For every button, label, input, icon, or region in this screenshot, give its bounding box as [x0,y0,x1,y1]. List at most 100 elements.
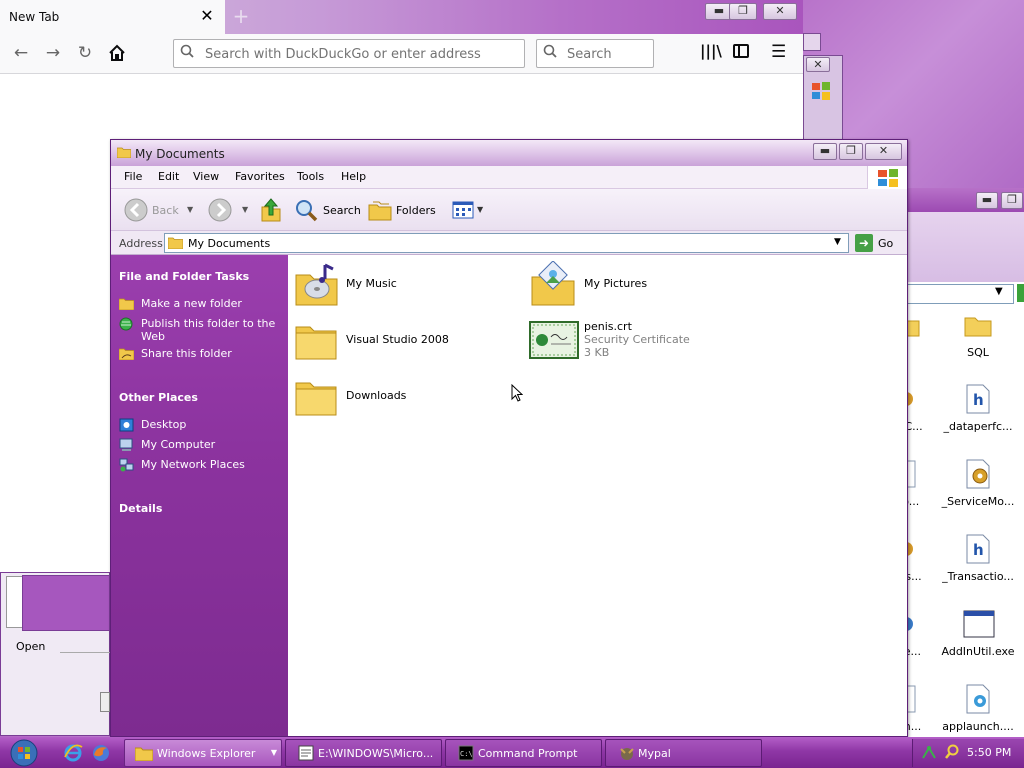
share-folder-icon [118,347,135,361]
place-desktop[interactable]: Desktop [141,418,281,431]
file-item[interactable]: h _dataperfc... [938,384,1018,433]
folder-item-my-pictures[interactable]: My Pictures [531,259,751,311]
start-button-icon[interactable] [4,738,48,768]
go-icon[interactable] [1017,284,1024,302]
menu-file[interactable]: File [124,170,142,183]
chevron-down-icon[interactable]: ▼ [995,286,1003,297]
h-file-icon: h [963,534,993,566]
sidebar-icon[interactable] [733,44,749,58]
search-icon[interactable] [944,744,960,763]
folder-icon [295,319,337,364]
place-my-network-places[interactable]: My Network Places [141,458,281,471]
network-icon[interactable] [921,744,937,763]
folder-item-my-music[interactable]: My Music [295,259,495,311]
folders-label[interactable]: Folders [396,204,436,217]
exe-file-icon [963,684,993,716]
menu-view[interactable]: View [193,170,219,183]
place-my-computer[interactable]: My Computer [141,438,281,451]
maximize-icon[interactable]: ❐ [1001,192,1023,209]
item-size: 3 KB [584,346,610,359]
home-icon[interactable] [104,40,130,66]
taskbar-windows-file[interactable]: E:\WINDOWS\Micro... [285,739,442,767]
menu-tools[interactable]: Tools [297,170,324,183]
menu-edit[interactable]: Edit [158,170,179,183]
menu-help[interactable]: Help [341,170,366,183]
background-dialog-button[interactable] [100,692,110,712]
item-name: My Music [346,277,397,290]
taskbar-mypal[interactable]: Mypal [605,739,762,767]
close-button[interactable]: ✕ [865,143,902,160]
folders-icon[interactable] [368,199,392,224]
search-magnifier-icon[interactable] [294,198,318,225]
address-value: My Documents [188,237,271,250]
background-dialog-panel [22,575,110,631]
reload-icon[interactable]: ↻ [72,40,98,66]
tab-title: New Tab [9,10,60,24]
details-heading[interactable]: Details [119,502,162,515]
svg-text:C:\: C:\ [460,750,473,758]
forward-icon[interactable]: → [40,40,66,66]
task-share-folder[interactable]: Share this folder [141,347,281,360]
ie-icon[interactable] [63,743,83,766]
window-title: My Documents [135,147,225,161]
mouse-cursor-icon [511,383,524,405]
back-icon[interactable]: ← [8,40,34,66]
taskbar-command-prompt[interactable]: C:\ Command Prompt [445,739,602,767]
chevron-down-icon[interactable]: ▼ [242,205,248,214]
file-item[interactable]: SQL [938,310,1018,359]
other-places-heading[interactable]: Other Places [119,391,198,404]
task-make-new-folder[interactable]: Make a new folder [141,297,281,310]
exe-window-icon [963,609,995,641]
close-icon[interactable]: ✕ [806,57,830,72]
svg-text:h: h [973,541,984,559]
tab-close-icon[interactable]: ✕ [198,6,216,26]
explorer-titlebar[interactable] [111,140,907,166]
file-folder-tasks-heading[interactable]: File and Folder Tasks [119,270,249,283]
firefox-close-button[interactable]: ✕ [763,3,797,20]
open-label[interactable]: Open [16,640,45,653]
search-label[interactable]: Search [323,204,361,217]
file-item[interactable]: applaunch.... [938,684,1018,733]
folder-group-icon [134,745,154,764]
hamburger-menu-icon[interactable]: ☰ [771,42,786,62]
firefox-maximize-button[interactable]: ❐ [729,3,757,20]
back-label[interactable]: Back [152,204,179,217]
forward-arrow-icon[interactable] [208,198,232,225]
task-publish-to-web[interactable]: Publish this folder to the Web [141,317,281,343]
file-label: _Transactio... [942,570,1014,583]
windows-flag-icon [810,80,834,104]
taskbar-windows-explorer[interactable]: Windows Explorer ▼ [124,739,282,767]
go-arrow-icon[interactable]: ➜ [855,234,873,252]
back-arrow-icon[interactable] [124,198,148,225]
library-icon[interactable]: |||\ [700,42,722,60]
folder-icon [295,375,337,420]
up-folder-icon[interactable] [260,197,282,226]
chevron-down-icon[interactable]: ▼ [187,205,193,214]
minimize-icon[interactable]: ▬ [976,192,998,209]
url-placeholder: Search with DuckDuckGo or enter address [205,47,481,62]
folder-item-visual-studio-2008[interactable]: Visual Studio 2008 [295,317,495,367]
views-icon[interactable] [452,201,474,222]
maximize-button[interactable]: ❐ [839,143,863,160]
menu-favorites[interactable]: Favorites [235,170,285,183]
chevron-down-icon[interactable]: ▼ [834,237,841,247]
item-name: Visual Studio 2008 [346,333,449,346]
file-item[interactable]: AddInUtil.exe [938,609,1018,658]
go-button[interactable]: Go [878,237,893,250]
chevron-down-icon[interactable]: ▼ [477,205,483,214]
folder-item-downloads[interactable]: Downloads [295,373,495,423]
new-tab-button[interactable]: + [230,4,252,28]
h-file-icon: h [963,384,993,416]
file-label: applaunch.... [942,720,1014,733]
chevron-down-icon[interactable]: ▼ [271,748,277,757]
file-item-certificate[interactable]: penis.crt Security Certificate 3 KB [529,318,749,362]
item-name: Downloads [346,389,407,402]
firefox-icon[interactable] [91,743,111,766]
item-name: My Pictures [584,277,648,290]
desktop-icon [119,418,134,432]
new-folder-icon [118,297,135,311]
file-item[interactable]: _ServiceMo... [938,459,1018,508]
file-item[interactable]: h _Transactio... [938,534,1018,583]
task-label: Windows Explorer [157,747,256,760]
minimize-button[interactable]: ▬ [813,143,837,160]
